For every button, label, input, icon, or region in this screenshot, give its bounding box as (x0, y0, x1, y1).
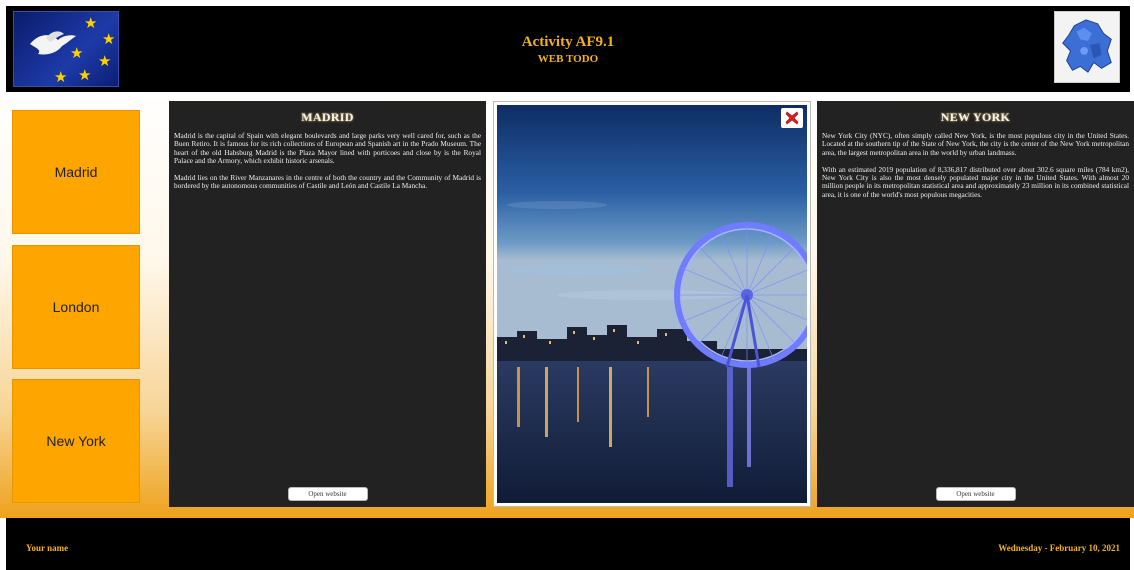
footer-bar: Your name Wednesday - February 10, 2021 (6, 518, 1130, 570)
madrid-paragraph: Madrid is the capital of Spain with eleg… (174, 131, 481, 165)
madrid-button-label: Madrid (54, 164, 98, 180)
london-button-label: London (52, 299, 100, 315)
new-york-paragraph: With an estimated 2019 population of 8,3… (822, 164, 1129, 199)
new-york-panel: NEW YORK New York City (NYC), often simp… (817, 101, 1134, 507)
europe-map-icon (1054, 11, 1120, 83)
page-title: Activity AF9.1 (521, 34, 615, 50)
city-photo-frame (493, 101, 811, 507)
new-york-panel-title: NEW YORK (940, 110, 1011, 124)
current-date: Wednesday - February 10, 2021 (998, 543, 1120, 553)
london-button[interactable]: London (12, 245, 140, 369)
new-york-button-label: New York (46, 433, 106, 449)
london-eye-photo (497, 105, 807, 503)
author-name: Your name (26, 543, 69, 553)
new-york-paragraph: New York City (NYC), often simply called… (822, 131, 1129, 157)
page-subtitle: WEB TODO (537, 53, 599, 65)
madrid-open-website-button[interactable]: Open website (287, 487, 368, 501)
close-icon[interactable] (781, 108, 803, 128)
madrid-panel: MADRID Madrid is the capital of Spain wi… (169, 101, 486, 507)
madrid-panel-title: MADRID (301, 110, 354, 124)
header-bar: ★ ★ ★ ★ ★ ★ Activity AF9.1 WEB TODO (6, 6, 1130, 92)
madrid-paragraph: Madrid lies on the River Manzanares in t… (174, 173, 481, 191)
new-york-button[interactable]: New York (12, 379, 140, 503)
new-york-open-website-button[interactable]: Open website (935, 487, 1016, 501)
madrid-button[interactable]: Madrid (12, 110, 140, 234)
